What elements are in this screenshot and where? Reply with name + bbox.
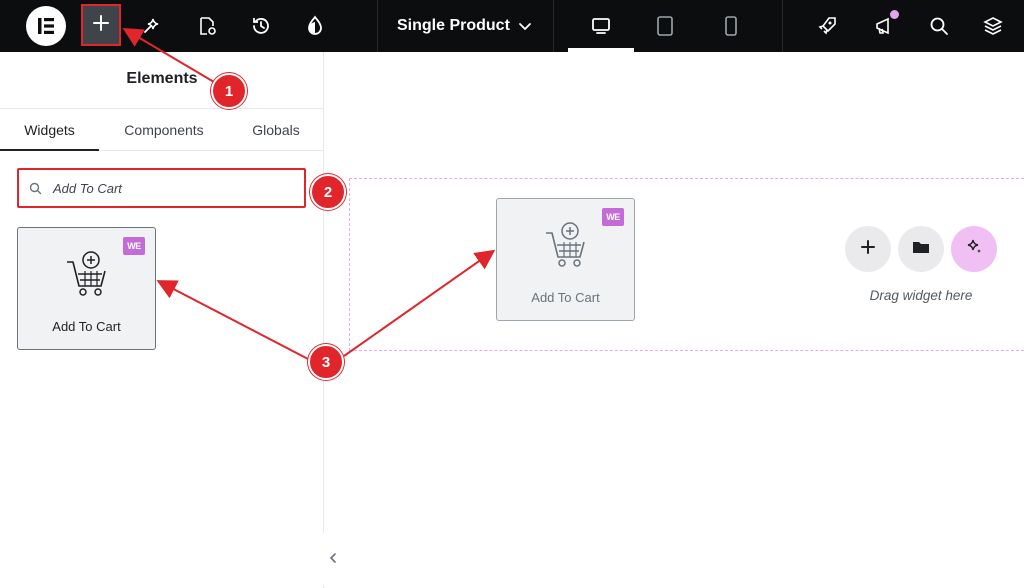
- tab-globals[interactable]: Globals: [236, 109, 316, 151]
- plus-icon: [92, 14, 110, 37]
- widget-label: Add To Cart: [52, 319, 121, 334]
- widget-label: Add To Cart: [531, 290, 600, 305]
- elements-panel: Elements Widgets Components Globals Add …: [0, 52, 344, 588]
- pro-badge: WE: [602, 208, 624, 226]
- add-section-button[interactable]: [845, 226, 891, 272]
- active-device-indicator: [568, 48, 634, 52]
- add-template-button[interactable]: [898, 226, 944, 272]
- drag-widget-hint: Drag widget here: [869, 288, 973, 303]
- mobile-icon[interactable]: [713, 8, 749, 44]
- notification-dot: [890, 10, 899, 19]
- tab-components[interactable]: Components: [114, 109, 214, 151]
- history-icon[interactable]: [243, 8, 279, 44]
- chevron-left-icon: [329, 552, 337, 566]
- step-marker-2: 2: [310, 174, 346, 210]
- search-input[interactable]: Add To Cart: [17, 168, 306, 208]
- search-input-value: Add To Cart: [53, 180, 122, 196]
- cart-plus-icon: [545, 222, 585, 267]
- site-settings-icon[interactable]: [297, 8, 333, 44]
- ai-sparkle-icon: [965, 238, 983, 261]
- chevron-down-icon[interactable]: [514, 15, 536, 37]
- collapse-panel-button[interactable]: [322, 533, 344, 585]
- step-marker-3: 3: [308, 344, 344, 380]
- tab-widgets[interactable]: Widgets: [0, 109, 99, 151]
- panel-title: Elements: [126, 70, 198, 87]
- elementor-logo-icon[interactable]: [26, 6, 66, 46]
- add-element-button[interactable]: [81, 4, 121, 46]
- ai-sparkle-icon[interactable]: [135, 8, 171, 44]
- document-title[interactable]: Single Product: [397, 0, 510, 52]
- cart-plus-icon: [66, 251, 106, 296]
- desktop-icon[interactable]: [583, 8, 619, 44]
- page-settings-icon[interactable]: [189, 8, 225, 44]
- pro-badge: WE: [123, 237, 145, 255]
- layers-icon[interactable]: [975, 8, 1011, 44]
- rocket-icon[interactable]: [809, 8, 845, 44]
- plus-icon: [860, 239, 876, 260]
- add-to-cart-widget[interactable]: WE Add To Cart: [17, 227, 156, 350]
- ai-generate-button[interactable]: [951, 226, 997, 272]
- search-icon[interactable]: [921, 8, 957, 44]
- active-tab-underline: [0, 149, 99, 151]
- tablet-icon[interactable]: [647, 8, 683, 44]
- step-marker-1: 1: [211, 73, 247, 109]
- dragged-widget[interactable]: WE Add To Cart: [496, 198, 635, 321]
- folder-icon: [912, 239, 930, 260]
- top-bar: Single Product: [0, 0, 1024, 52]
- search-icon: [29, 181, 43, 195]
- panel-tabs: Widgets Components Globals: [0, 109, 324, 151]
